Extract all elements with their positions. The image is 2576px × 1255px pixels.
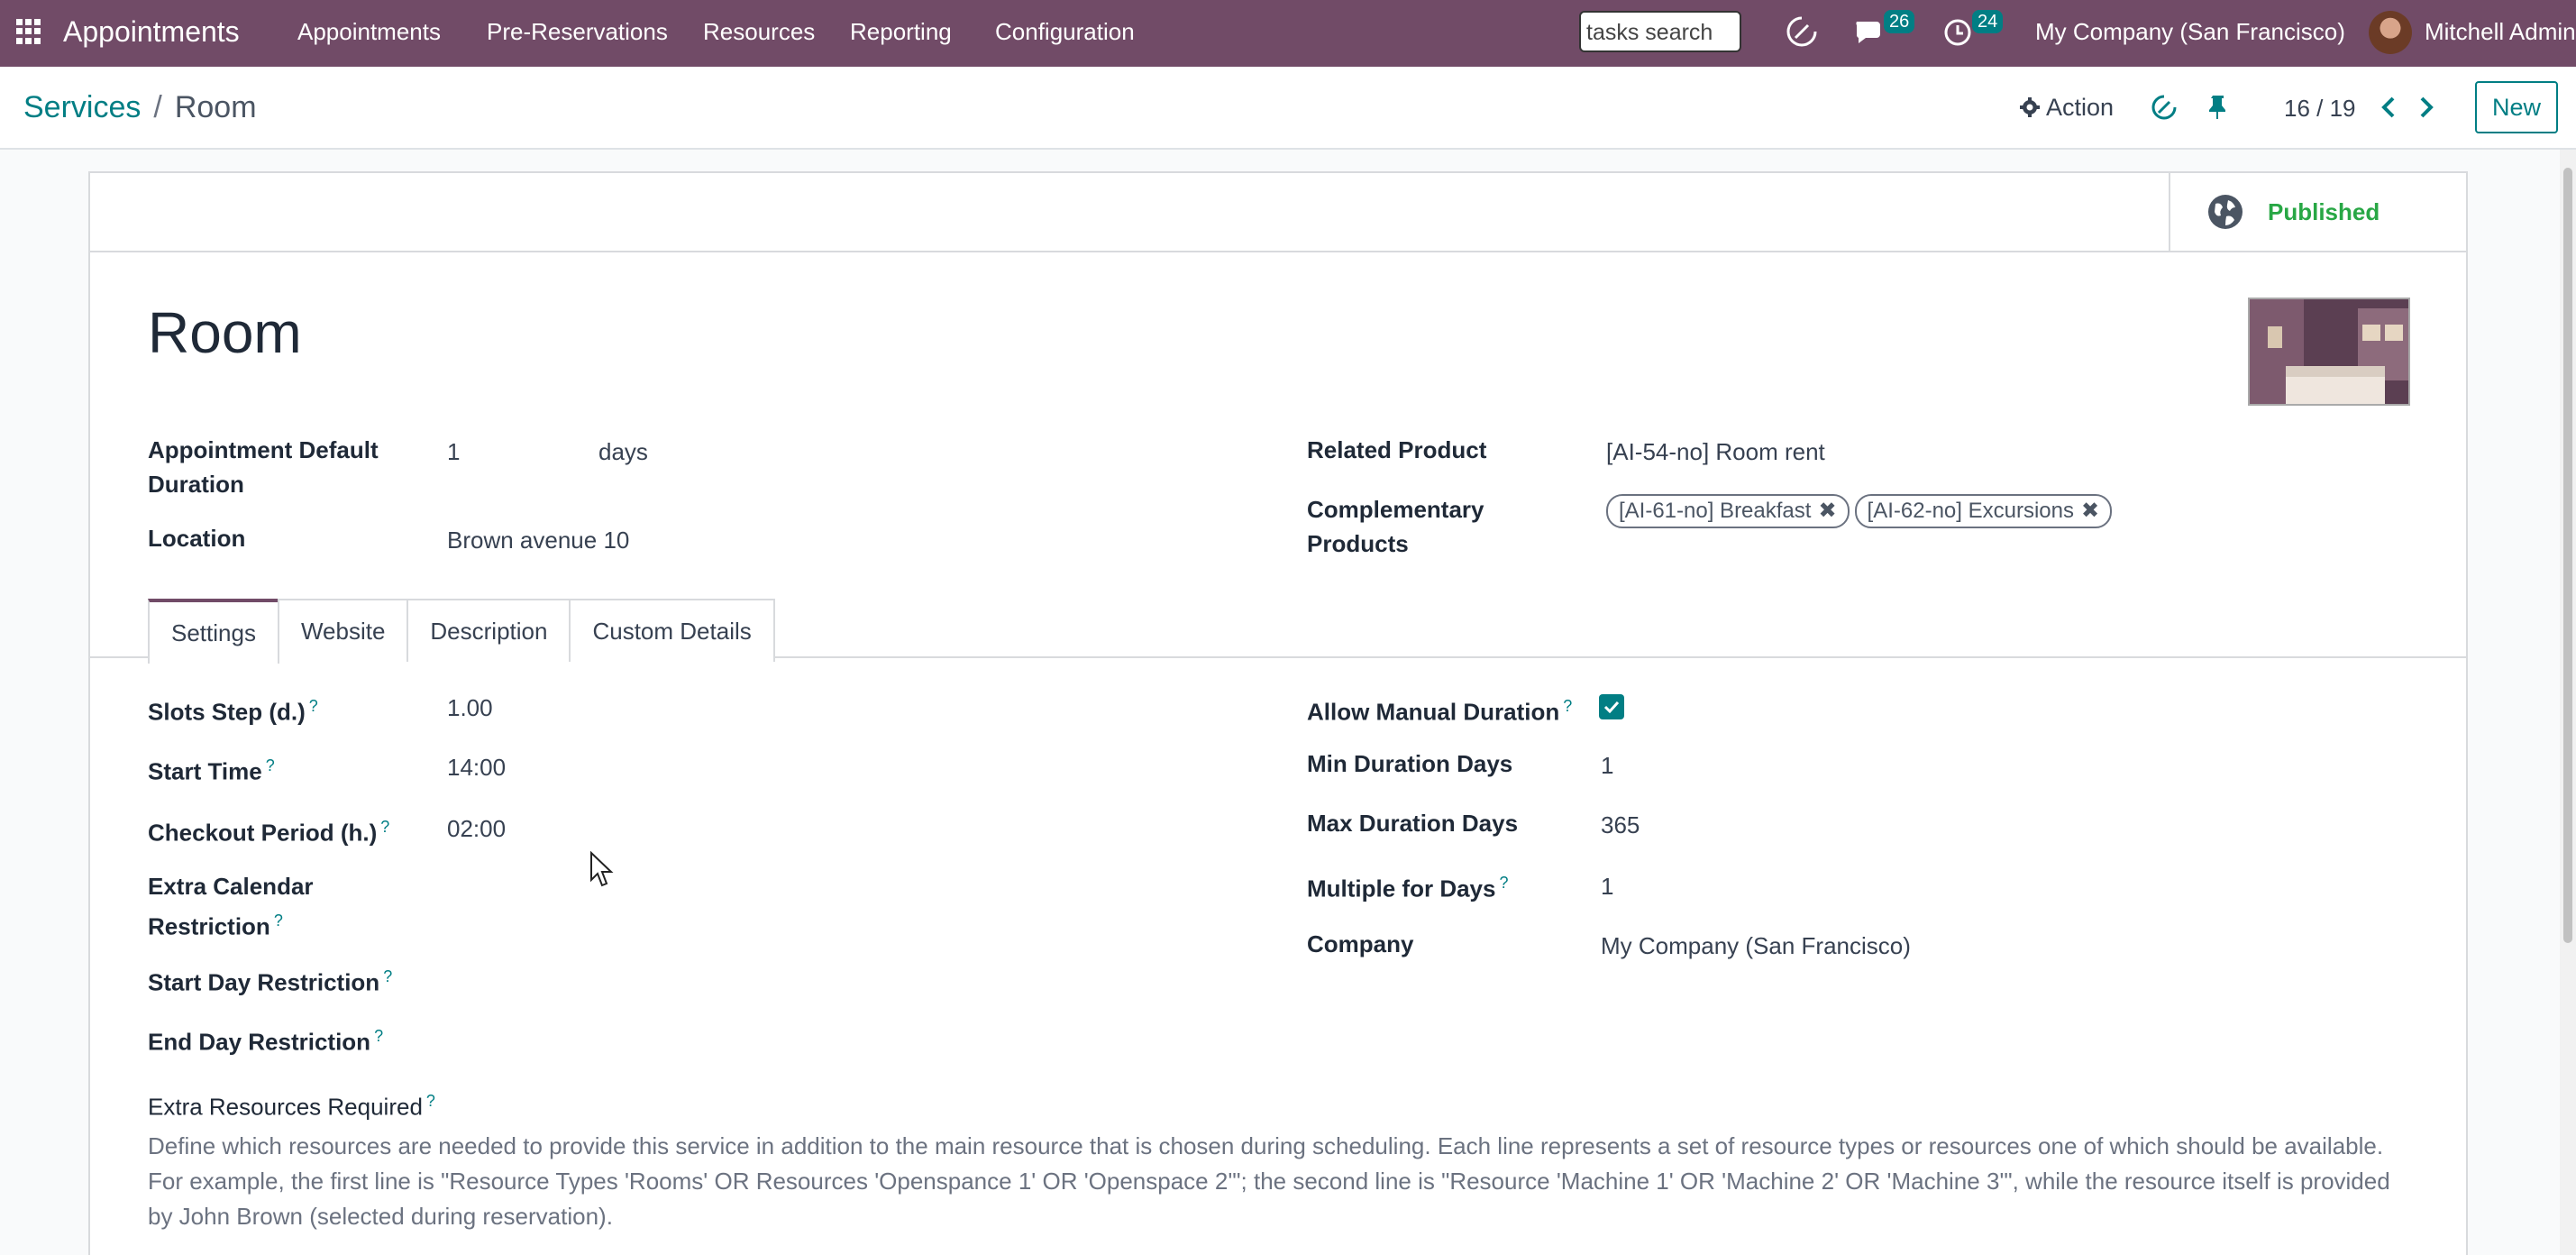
start-day-restriction-label: Start Day Restriction? xyxy=(148,967,393,996)
end-day-restriction-label: End Day Restriction? xyxy=(148,1027,384,1056)
menu-pre-reservations[interactable]: Pre-Reservations xyxy=(487,18,668,46)
scrollbar-thumb[interactable] xyxy=(2563,168,2572,943)
menu-appointments[interactable]: Appointments xyxy=(297,18,441,46)
checkout-period-label: Checkout Period (h.)? xyxy=(148,818,390,847)
published-smart-button[interactable]: Published xyxy=(2169,173,2466,251)
help-tooltip-icon[interactable]: ? xyxy=(309,697,318,715)
breadcrumb: Services / Room xyxy=(23,90,257,125)
tab-website[interactable]: Website xyxy=(277,599,409,662)
remove-tag-icon[interactable]: ✖ xyxy=(1818,499,1836,523)
slots-step-label: Slots Step (d.)? xyxy=(148,697,318,726)
company-value[interactable]: My Company (San Francisco) xyxy=(1601,929,1911,963)
user-menu[interactable]: Mitchell Admin xyxy=(2425,18,2576,46)
pager-value[interactable]: 16 / 19 xyxy=(2284,95,2356,123)
extra-calendar-restriction-label: Extra Calendar Restriction? xyxy=(148,873,314,940)
breadcrumb-current: Room xyxy=(174,90,257,124)
top-navbar: Appointments Appointments Pre-Reservatio… xyxy=(0,0,2576,67)
help-tooltip-icon[interactable]: ? xyxy=(380,818,389,836)
complementary-products-field[interactable]: [AI-61-no] Breakfast ✖ [AI-62-no] Excursio… xyxy=(1606,492,2117,528)
duration-label: Appointment Default Duration xyxy=(148,436,379,498)
min-duration-days-value[interactable]: 1 xyxy=(1601,748,1613,783)
multiple-for-days-value[interactable]: 1 xyxy=(1601,869,1613,903)
product-tag-label: [AI-62-no] Excursions xyxy=(1867,499,2074,523)
related-product-value[interactable]: [AI-54-no] Room rent xyxy=(1606,435,1825,469)
duration-value[interactable]: 1 xyxy=(447,435,460,469)
company-switcher[interactable]: My Company (San Francisco) xyxy=(2035,18,2345,46)
published-label: Published xyxy=(2268,197,2380,225)
discard-refresh-icon[interactable] xyxy=(2151,94,2178,121)
menu-reporting[interactable]: Reporting xyxy=(850,18,952,46)
pager-previous-icon[interactable] xyxy=(2380,96,2398,119)
help-tooltip-icon[interactable]: ? xyxy=(274,911,283,930)
tab-custom-details[interactable]: Custom Details xyxy=(569,599,775,662)
refresh-icon[interactable] xyxy=(1785,14,1819,49)
tasks-search-input[interactable]: tasks search xyxy=(1579,11,1741,52)
extra-resources-description: Define which resources are needed to pro… xyxy=(148,1132,2390,1230)
related-product-label: Related Product xyxy=(1307,436,1487,463)
help-tooltip-icon[interactable]: ? xyxy=(266,756,275,774)
max-duration-days-value[interactable]: 365 xyxy=(1601,808,1640,842)
location-value[interactable]: Brown avenue 10 xyxy=(447,523,629,557)
duration-unit: days xyxy=(598,438,648,465)
pin-icon[interactable] xyxy=(2206,94,2230,121)
pager-next-icon[interactable] xyxy=(2417,96,2435,119)
breadcrumb-services-link[interactable]: Services xyxy=(23,90,141,124)
messages-count-badge: 26 xyxy=(1884,10,1915,33)
help-tooltip-icon[interactable]: ? xyxy=(374,1027,383,1045)
product-tag-label: [AI-61-no] Breakfast xyxy=(1619,499,1812,523)
product-tag[interactable]: [AI-61-no] Breakfast ✖ xyxy=(1606,494,1850,528)
help-tooltip-icon[interactable]: ? xyxy=(383,967,392,985)
start-time-value[interactable]: 14:00 xyxy=(447,750,506,784)
messages-icon[interactable] xyxy=(1853,18,1886,47)
start-time-label: Start Time? xyxy=(148,756,275,785)
remove-tag-icon[interactable]: ✖ xyxy=(2081,499,2099,523)
action-menu-button[interactable]: Action xyxy=(2019,94,2114,122)
globe-icon xyxy=(2208,195,2243,229)
menu-resources[interactable]: Resources xyxy=(703,18,815,46)
allow-manual-duration-checkbox[interactable] xyxy=(1599,694,1624,719)
apps-menu-icon[interactable] xyxy=(16,19,41,44)
breadcrumb-separator: / xyxy=(153,90,162,124)
app-brand[interactable]: Appointments xyxy=(63,15,240,49)
tab-settings[interactable]: Settings xyxy=(148,599,279,664)
action-label: Action xyxy=(2046,94,2115,121)
extra-resources-label: Extra Resources Required? xyxy=(148,1092,435,1121)
checkout-period-value[interactable]: 02:00 xyxy=(447,811,506,846)
smart-button-box: Published xyxy=(90,173,2466,252)
page-scrollbar[interactable] xyxy=(2560,150,2576,1255)
tab-description[interactable]: Description xyxy=(406,599,571,662)
help-tooltip-icon[interactable]: ? xyxy=(1499,874,1508,892)
complementary-products-label: Complementary Products xyxy=(1307,496,1484,557)
menu-configuration[interactable]: Configuration xyxy=(995,18,1135,46)
control-panel: Services / Room Action 16 / 19 New xyxy=(0,67,2576,150)
product-tag[interactable]: [AI-62-no] Excursions ✖ xyxy=(1854,494,2113,528)
notebook-tabs: Settings Website Description Custom Deta… xyxy=(148,599,775,664)
allow-manual-duration-label: Allow Manual Duration? xyxy=(1307,697,1573,726)
service-image[interactable] xyxy=(2248,298,2410,406)
min-duration-days-label: Min Duration Days xyxy=(1307,750,1513,777)
form-sheet: Published Room Appointment Default Durat… xyxy=(88,171,2468,1255)
new-record-button[interactable]: New xyxy=(2475,81,2558,133)
help-tooltip-icon[interactable]: ? xyxy=(426,1092,435,1110)
slots-step-value[interactable]: 1.00 xyxy=(447,691,493,725)
checkmark-icon xyxy=(1603,701,1620,713)
mouse-cursor-icon xyxy=(590,851,614,887)
multiple-for-days-label: Multiple for Days? xyxy=(1307,874,1509,902)
company-label: Company xyxy=(1307,930,1414,957)
max-duration-days-label: Max Duration Days xyxy=(1307,810,1519,837)
location-label: Location xyxy=(148,525,246,552)
room-photo-image xyxy=(2250,299,2408,404)
gear-icon xyxy=(2020,97,2040,117)
activities-count-badge: 24 xyxy=(1972,10,2004,33)
help-tooltip-icon[interactable]: ? xyxy=(1563,697,1572,715)
activities-clock-icon[interactable] xyxy=(1943,18,1972,47)
user-avatar[interactable] xyxy=(2369,11,2412,54)
record-title[interactable]: Room xyxy=(148,299,302,366)
